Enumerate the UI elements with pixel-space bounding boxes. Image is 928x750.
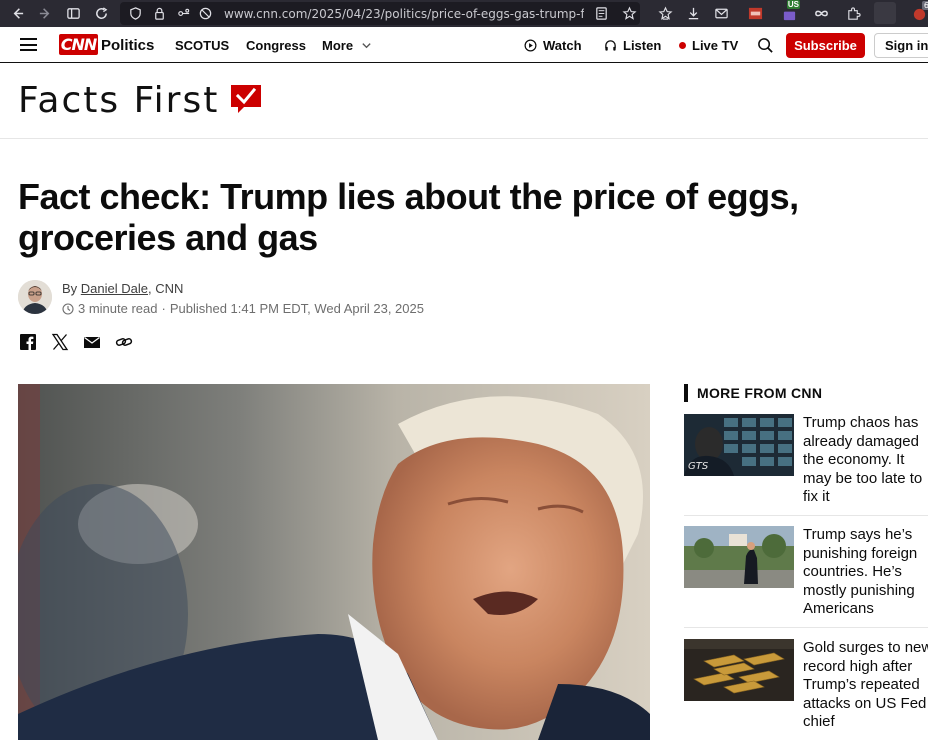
lock-icon[interactable] [148, 3, 170, 25]
sidebar-divider [684, 627, 928, 628]
story-thumbnail[interactable] [684, 526, 794, 588]
subscribe-button[interactable]: Subscribe [786, 33, 865, 58]
notification-extension-icon[interactable]: 6 [908, 1, 928, 24]
story-thumbnail[interactable] [684, 639, 794, 701]
site-header: CNN Politics SCOTUS Congress More Watch … [0, 28, 928, 63]
story-thumbnail[interactable]: GTS [684, 414, 794, 476]
permissions-icon[interactable] [172, 3, 194, 25]
nav-more-menu[interactable]: More [322, 38, 372, 53]
url-text[interactable]: www.cnn.com/2025/04/23/politics/price-of… [224, 7, 584, 21]
more-from-cnn-heading: MORE FROM CNN [684, 384, 822, 402]
published-time: Published 1:41 PM EDT, Wed April 23, 202… [169, 301, 424, 316]
facebook-share-icon[interactable] [19, 333, 37, 351]
menu-icon[interactable] [20, 38, 37, 51]
listen-label: Listen [623, 38, 662, 53]
hero-photo-illustration [18, 384, 650, 740]
notification-count: 6 [921, 1, 928, 10]
read-time: 3 minute read [78, 301, 158, 316]
search-icon[interactable] [757, 37, 774, 54]
infinity-extension-icon[interactable] [810, 2, 832, 24]
bookmark-star-icon[interactable] [618, 2, 640, 24]
sidebar-story-2-title[interactable]: Trump says he’s punishing foreign countr… [803, 526, 928, 619]
clock-icon [62, 302, 74, 315]
reload-icon[interactable] [90, 3, 112, 25]
email-share-icon[interactable] [83, 333, 101, 351]
tracking-blocked-icon[interactable] [194, 3, 216, 25]
us-extension-icon[interactable]: US [778, 0, 800, 24]
sidebar-toggle-icon[interactable] [62, 3, 84, 25]
back-icon[interactable] [6, 3, 28, 25]
nav-link-scotus[interactable]: SCOTUS [175, 38, 229, 53]
x-share-icon[interactable] [51, 333, 69, 351]
meta-separator: · [161, 301, 166, 316]
shield-icon[interactable] [124, 3, 146, 25]
byline-prefix: By [62, 281, 78, 296]
share-bar [19, 333, 133, 351]
us-extension-label: US [786, 0, 800, 9]
sign-in-button[interactable]: Sign in [874, 33, 928, 58]
live-tv-label: Live TV [692, 38, 739, 53]
live-dot-icon [679, 42, 686, 49]
forward-icon[interactable] [34, 3, 56, 25]
sidebar-story-3-title[interactable]: Gold surges to new record high after Tru… [803, 639, 928, 732]
facts-first-banner: Facts First [0, 63, 928, 139]
section-title-politics[interactable]: Politics [101, 37, 154, 54]
hero-image[interactable] [18, 384, 650, 740]
live-tv-link[interactable]: Live TV [679, 38, 738, 53]
article-meta: 3 minute read · Published 1:41 PM EDT, W… [62, 301, 424, 316]
nav-more-label: More [322, 38, 354, 53]
gts-label: GTS [688, 461, 709, 472]
cnn-logo[interactable]: CNN [59, 34, 98, 55]
download-icon[interactable] [682, 2, 704, 24]
checkmark-speech-bubble-icon [231, 85, 261, 113]
play-circle-icon [524, 39, 537, 52]
chevron-down-icon [362, 43, 371, 49]
nav-link-congress[interactable]: Congress [246, 38, 306, 53]
pocket-icon[interactable] [654, 2, 676, 24]
sidebar-divider [684, 515, 928, 516]
watch-label: Watch [543, 38, 582, 53]
reader-view-icon[interactable] [590, 2, 612, 24]
author-avatar[interactable] [18, 280, 52, 314]
article-headline: Fact check: Trump lies about the price o… [18, 176, 799, 258]
author-link[interactable]: Daniel Dale [81, 281, 148, 296]
profile-extension-icon[interactable] [874, 2, 896, 24]
headphones-icon [605, 40, 616, 51]
byline: By Daniel Dale, CNN [62, 281, 183, 296]
byline-outlet: , CNN [148, 281, 184, 296]
extensions-puzzle-icon[interactable] [842, 2, 864, 24]
toolbar-right: US 6 [590, 0, 928, 24]
copy-link-icon[interactable] [115, 333, 133, 351]
listen-link[interactable]: Listen [604, 38, 661, 53]
facts-first-title[interactable]: Facts First [18, 80, 219, 121]
extension-red-icon[interactable] [744, 2, 766, 24]
address-bar[interactable]: www.cnn.com/2025/04/23/politics/price-of… [120, 2, 640, 25]
watch-link[interactable]: Watch [524, 38, 582, 53]
browser-toolbar: www.cnn.com/2025/04/23/politics/price-of… [0, 0, 928, 27]
sidebar-story-1-title[interactable]: Trump chaos has already damaged the econ… [803, 414, 928, 507]
mail-icon[interactable] [710, 2, 732, 24]
